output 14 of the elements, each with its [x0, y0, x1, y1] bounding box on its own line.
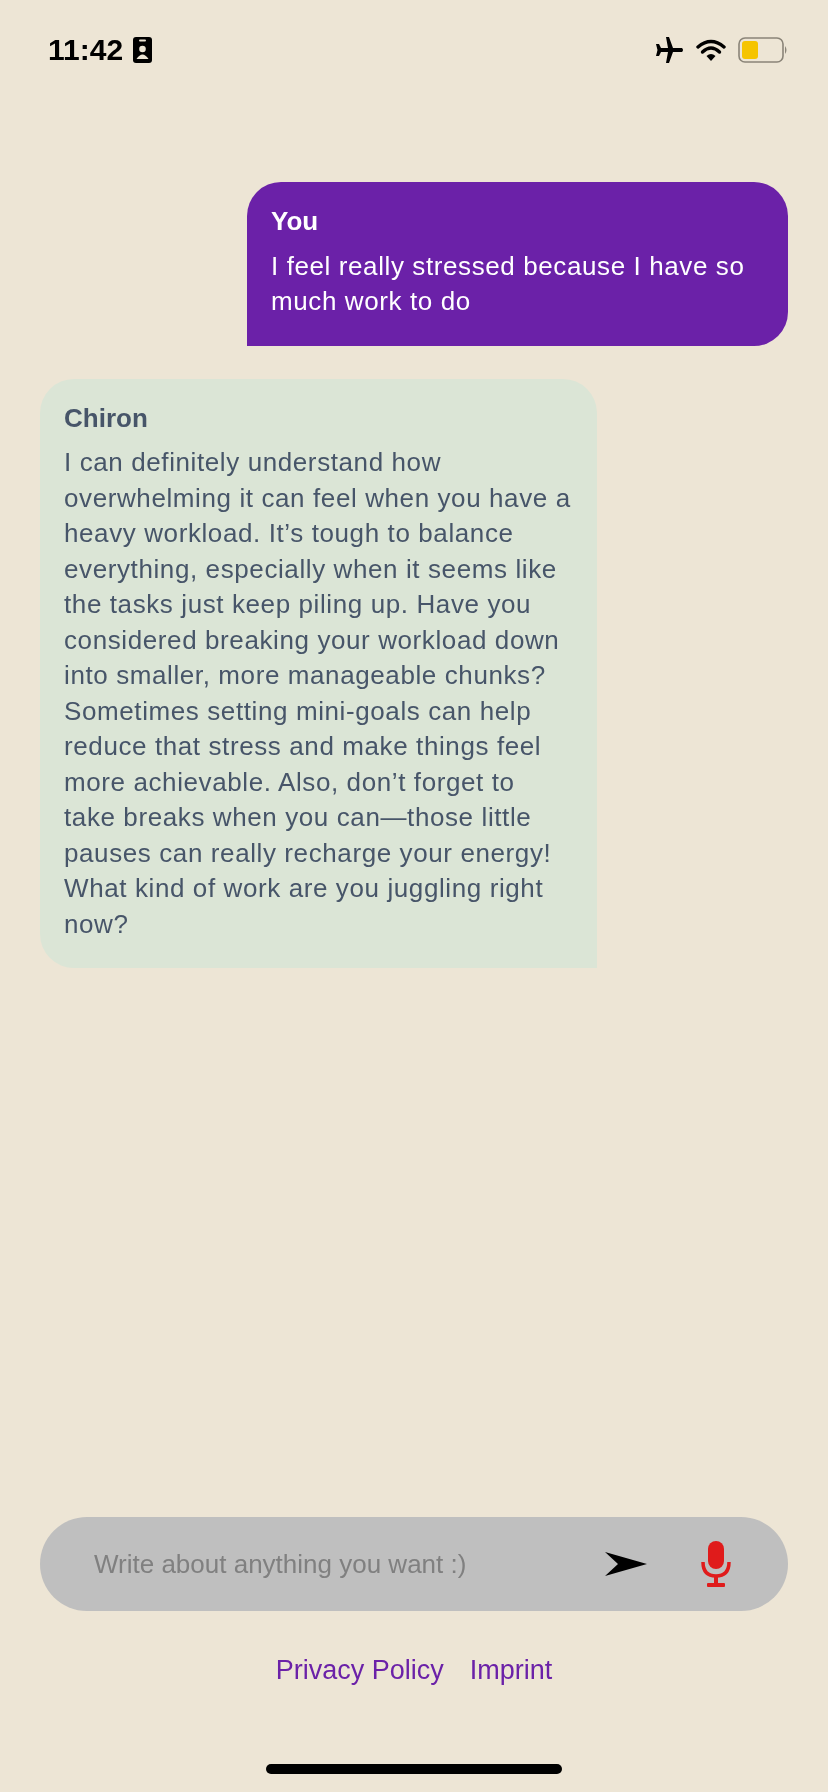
contact-card-icon [133, 37, 153, 63]
message-input-field[interactable]: Write about anything you want :) [92, 1547, 552, 1581]
footer-link[interactable]: Privacy Policy [275, 1655, 444, 1686]
footer-link[interactable]: Imprint [469, 1655, 553, 1686]
status-time: 11:42 [48, 33, 124, 67]
microphone-icon[interactable] [700, 1540, 732, 1588]
message-text: I can definitely understand how overwhelming it can feel when you have a heavy workload. It’s tough to balance everything, especially when it seems like the tasks just keep piling up. Have you considered breaking your workload down into smaller, more manageable chunks? Sometimes setting mini-goals can help reduce that stress and make things feel more achievable. Also, don’t forget to take breaks when you can—those little pauses can really recharge your energy! What kind of work are you juggling right now? [64, 446, 572, 941]
send-icon[interactable] [604, 1551, 648, 1577]
message-sender: Chiron [64, 401, 149, 435]
wifi-icon [696, 38, 726, 62]
message-text: I feel really stressed because I have so much work to do [271, 249, 746, 318]
airplane-icon [654, 36, 684, 64]
battery-icon [738, 37, 788, 63]
message-sender: You [271, 205, 320, 238]
